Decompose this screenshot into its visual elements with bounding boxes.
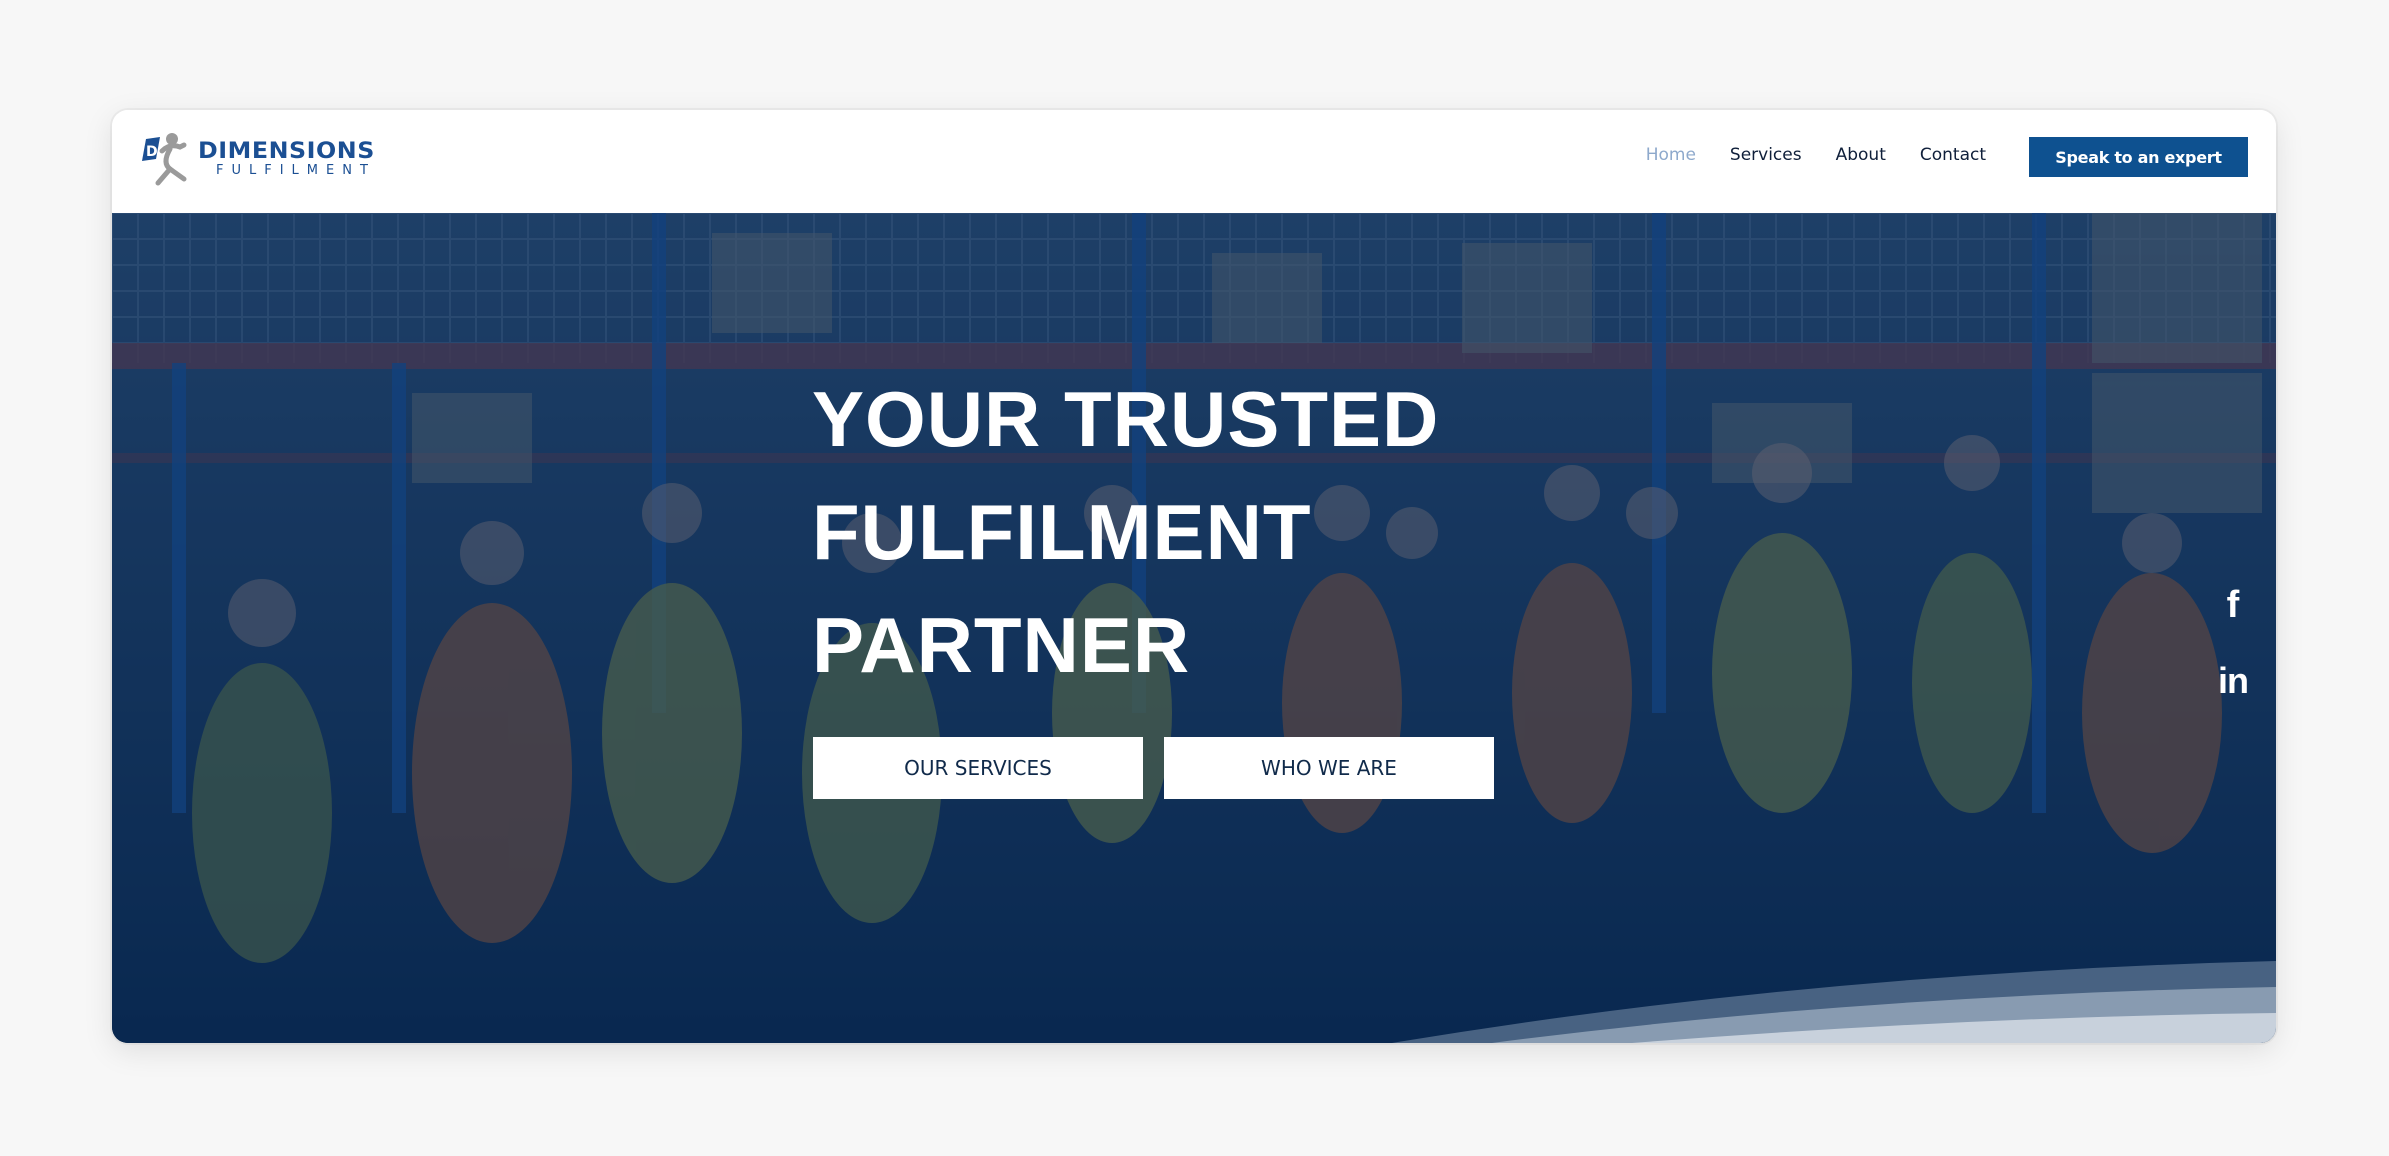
hero-title: YOUR TRUSTED FULFILMENT PARTNER <box>812 363 1612 702</box>
hero-title-line: FULFILMENT <box>812 488 1312 576</box>
nav-contact[interactable]: Contact <box>1920 144 1986 166</box>
site-header: D DIMENSIONS FULFILMENT Home Services Ab… <box>112 110 2276 213</box>
nav-about[interactable]: About <box>1836 144 1886 166</box>
hero-title-line: PARTNER <box>812 601 1191 689</box>
svg-text:D: D <box>146 144 158 160</box>
linkedin-icon[interactable]: in <box>2215 660 2251 701</box>
who-we-are-button[interactable]: WHO WE ARE <box>1164 737 1494 799</box>
logo[interactable]: D DIMENSIONS FULFILMENT <box>140 126 400 192</box>
logo-title: DIMENSIONS <box>198 139 375 164</box>
facebook-icon[interactable]: f <box>2215 584 2251 626</box>
hero-section: YOUR TRUSTED FULFILMENT PARTNER OUR SERV… <box>112 213 2276 1043</box>
our-services-button[interactable]: OUR SERVICES <box>813 737 1143 799</box>
hero-title-line: YOUR TRUSTED <box>812 375 1440 463</box>
page-frame: D DIMENSIONS FULFILMENT Home Services Ab… <box>112 110 2276 1043</box>
logo-tagline: FULFILMENT <box>216 163 376 178</box>
speak-to-expert-button[interactable]: Speak to an expert <box>2029 137 2248 177</box>
main-nav: Home Services About Contact <box>1612 144 1986 166</box>
nav-home[interactable]: Home <box>1646 144 1696 166</box>
logo-runner-icon: D <box>142 133 187 186</box>
hero-bottom-wave <box>1392 961 2276 1043</box>
nav-services[interactable]: Services <box>1730 144 1802 166</box>
